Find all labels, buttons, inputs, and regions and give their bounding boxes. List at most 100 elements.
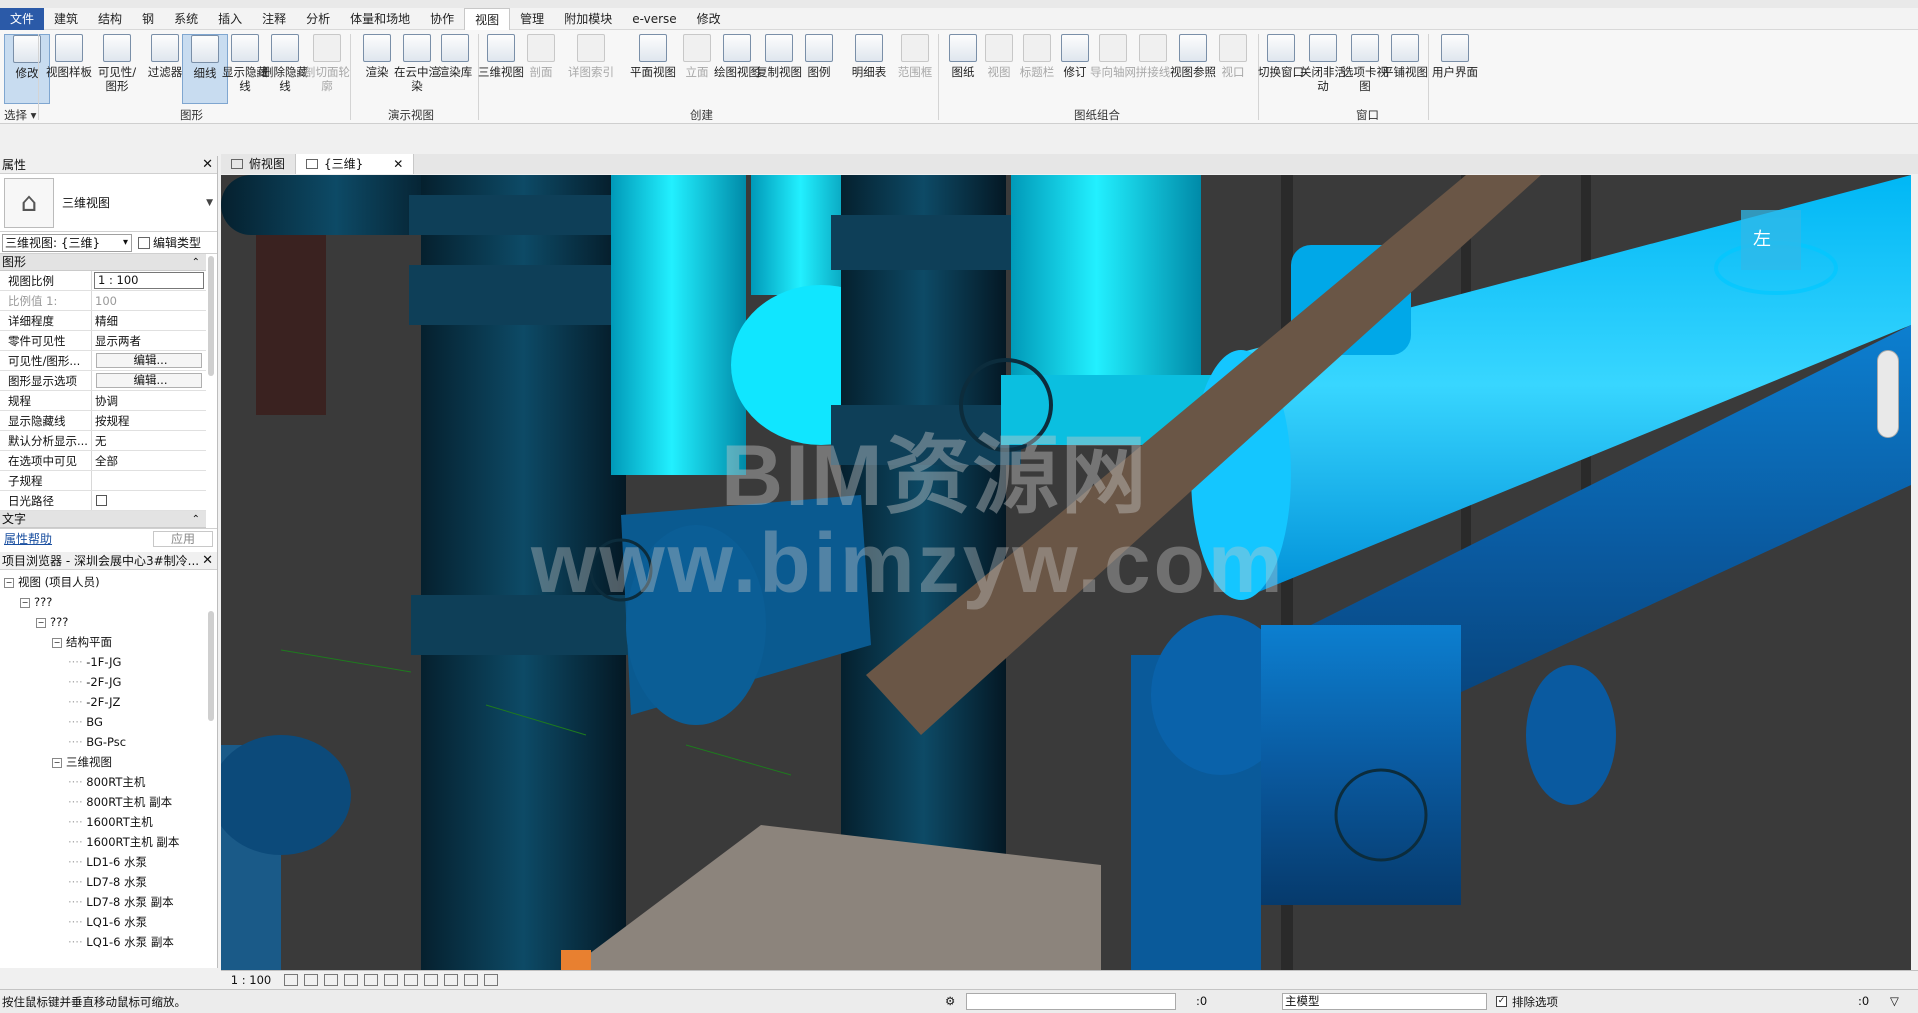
collapse-toggle-icon[interactable]: − (52, 637, 62, 648)
edit-button[interactable]: 编辑... (96, 353, 202, 368)
close-inactive-button[interactable]: 关闭非活动 (1300, 34, 1346, 104)
workset-field[interactable] (966, 993, 1176, 1010)
menu-tab[interactable]: 系统 (164, 8, 208, 30)
menu-tab[interactable]: 管理 (510, 8, 554, 30)
properties-help-link[interactable]: 属性帮助 (4, 530, 52, 547)
tree-item[interactable]: ···· -2F-JZ (0, 692, 217, 712)
menu-tab[interactable]: 文件 (0, 7, 45, 30)
visual-style-icon[interactable] (304, 973, 318, 986)
menu-tab[interactable]: 钢 (132, 8, 164, 30)
menu-tab[interactable]: 注释 (252, 8, 296, 30)
design-option-dropdown[interactable]: 主模型 (1282, 993, 1487, 1010)
group-graphics[interactable]: 图形 ⌃ (0, 254, 206, 271)
tab-3d-view[interactable]: {三维} ✕ (296, 154, 415, 174)
close-icon[interactable]: ✕ (393, 154, 403, 174)
collapse-toggle-icon[interactable]: − (36, 617, 46, 628)
navigation-bar[interactable] (1877, 350, 1899, 438)
user-interface-button[interactable]: 用户界面 (1432, 34, 1478, 104)
tab-top-view[interactable]: 俯视图 (221, 154, 297, 174)
property-value[interactable]: 按规程 (92, 411, 206, 430)
detail-level-icon[interactable] (284, 973, 298, 986)
menu-tab[interactable]: 插入 (208, 8, 252, 30)
tree-item[interactable]: ···· BG-Psc (0, 732, 217, 752)
modify-button[interactable]: 修改 (4, 34, 50, 104)
scope-box-button[interactable]: 范围框 (892, 34, 938, 104)
property-value[interactable]: 显示两者 (92, 331, 206, 350)
viewports-button[interactable]: 视口 (1210, 34, 1256, 104)
view-scale[interactable]: 1 : 100 (221, 973, 281, 987)
exclude-options-checkbox[interactable]: ✓ (1496, 996, 1507, 1007)
callout-button[interactable]: 详图索引 (568, 34, 614, 104)
schedules-button[interactable]: 明细表 (846, 34, 892, 104)
reveal-hidden-icon[interactable] (464, 973, 478, 986)
tree-item[interactable]: ···· LQ1-6 水泵 副本 (0, 932, 217, 952)
menu-tab[interactable]: 体量和场地 (340, 8, 420, 30)
close-icon[interactable]: ✕ (202, 156, 213, 174)
property-value[interactable]: 无 (92, 431, 206, 450)
3d-viewport[interactable]: 左 BIM资源网 www.bimzyw.com (221, 175, 1911, 970)
sun-path-icon[interactable] (324, 973, 338, 986)
tree-item[interactable]: ···· 1600RT主机 (0, 812, 217, 832)
drafting-view-button[interactable]: 绘图视图 (714, 34, 760, 104)
render-gallery-button[interactable]: 渲染库 (432, 34, 478, 104)
chevron-down-icon[interactable]: ▼ (206, 198, 213, 208)
menu-tab[interactable]: 视图 (464, 7, 511, 30)
crop-view-icon[interactable] (384, 973, 398, 986)
menu-tab[interactable]: 协作 (420, 8, 464, 30)
properties-scrollbar[interactable] (208, 256, 214, 376)
section-button[interactable]: 剖面 (518, 34, 564, 104)
switch-windows-button[interactable]: 切换窗口 (1258, 34, 1304, 104)
tree-item[interactable]: −??? (0, 592, 217, 612)
collapse-toggle-icon[interactable]: − (52, 757, 62, 768)
group-text[interactable]: 文字 ⌃ (0, 511, 206, 528)
legends-button[interactable]: 图例 (796, 34, 842, 104)
tree-item[interactable]: ···· LQ1-6 水泵 (0, 912, 217, 932)
plan-views-button[interactable]: 平面视图 (630, 34, 676, 104)
viewcube[interactable] (1741, 210, 1801, 270)
type-selector[interactable]: ⌂ 三维视图 ▼ (0, 174, 217, 232)
property-value[interactable]: 精细 (92, 311, 206, 330)
visibility-graphics-button[interactable]: 可见性/图形 (94, 34, 140, 104)
tree-item[interactable]: ···· LD1-6 水泵 (0, 852, 217, 872)
edit-button[interactable]: 编辑... (96, 373, 202, 388)
cut-profile-button[interactable]: 剖切面轮廓 (304, 34, 350, 104)
collapse-toggle-icon[interactable]: − (20, 597, 30, 608)
menu-tab[interactable]: 结构 (88, 8, 132, 30)
view-instance-dropdown[interactable]: 三维视图: {三维} (2, 233, 132, 252)
tree-item[interactable]: ···· -1F-JG (0, 652, 217, 672)
workset-icon[interactable]: ⚙ (945, 994, 955, 1008)
menu-tab[interactable]: 附加模块 (554, 8, 622, 30)
menu-tab[interactable]: 分析 (296, 8, 340, 30)
filter-icon[interactable]: ▽ (1890, 994, 1899, 1008)
browser-scrollbar[interactable] (208, 611, 214, 721)
tree-item[interactable]: − 三维视图 (0, 752, 217, 772)
property-value[interactable]: 全部 (92, 451, 206, 470)
temp-hide-icon[interactable] (444, 973, 458, 986)
tree-item[interactable]: ···· 800RT主机 副本 (0, 792, 217, 812)
tile-views-button[interactable]: 平铺视图 (1382, 34, 1428, 104)
property-value[interactable]: 1 : 100 (94, 272, 204, 289)
lock-3d-icon[interactable] (424, 973, 438, 986)
viewcube-face-label[interactable]: 左 (1753, 225, 1771, 251)
edit-type-button[interactable]: 编辑类型 (138, 234, 201, 251)
tree-item[interactable]: ···· LD7-8 水泵 (0, 872, 217, 892)
analytical-model-icon[interactable] (484, 973, 498, 986)
menu-tab[interactable]: 建筑 (44, 8, 88, 30)
property-value[interactable]: 协调 (92, 391, 206, 410)
show-crop-icon[interactable] (404, 973, 418, 986)
remove-hidden-lines-button[interactable]: 删除隐藏线 (262, 34, 308, 104)
sun-path-checkbox[interactable] (96, 495, 107, 506)
property-value[interactable] (92, 471, 206, 490)
tree-item[interactable]: ···· 1600RT主机 副本 (0, 832, 217, 852)
tree-item[interactable]: −??? (0, 612, 217, 632)
menu-tab[interactable]: 修改 (687, 8, 731, 30)
tree-item[interactable]: ···· 800RT主机 (0, 772, 217, 792)
apply-button[interactable]: 应用 (153, 530, 213, 547)
close-icon[interactable]: ✕ (202, 552, 213, 570)
view-template-button[interactable]: 视图样板 (46, 34, 92, 104)
tree-item[interactable]: − 结构平面 (0, 632, 217, 652)
select-dropdown[interactable]: 选择 ▾ (4, 107, 36, 123)
menu-tab[interactable]: e-verse (622, 8, 686, 30)
tree-item[interactable]: ···· BG (0, 712, 217, 732)
tree-item[interactable]: ···· -2F-JG (0, 672, 217, 692)
